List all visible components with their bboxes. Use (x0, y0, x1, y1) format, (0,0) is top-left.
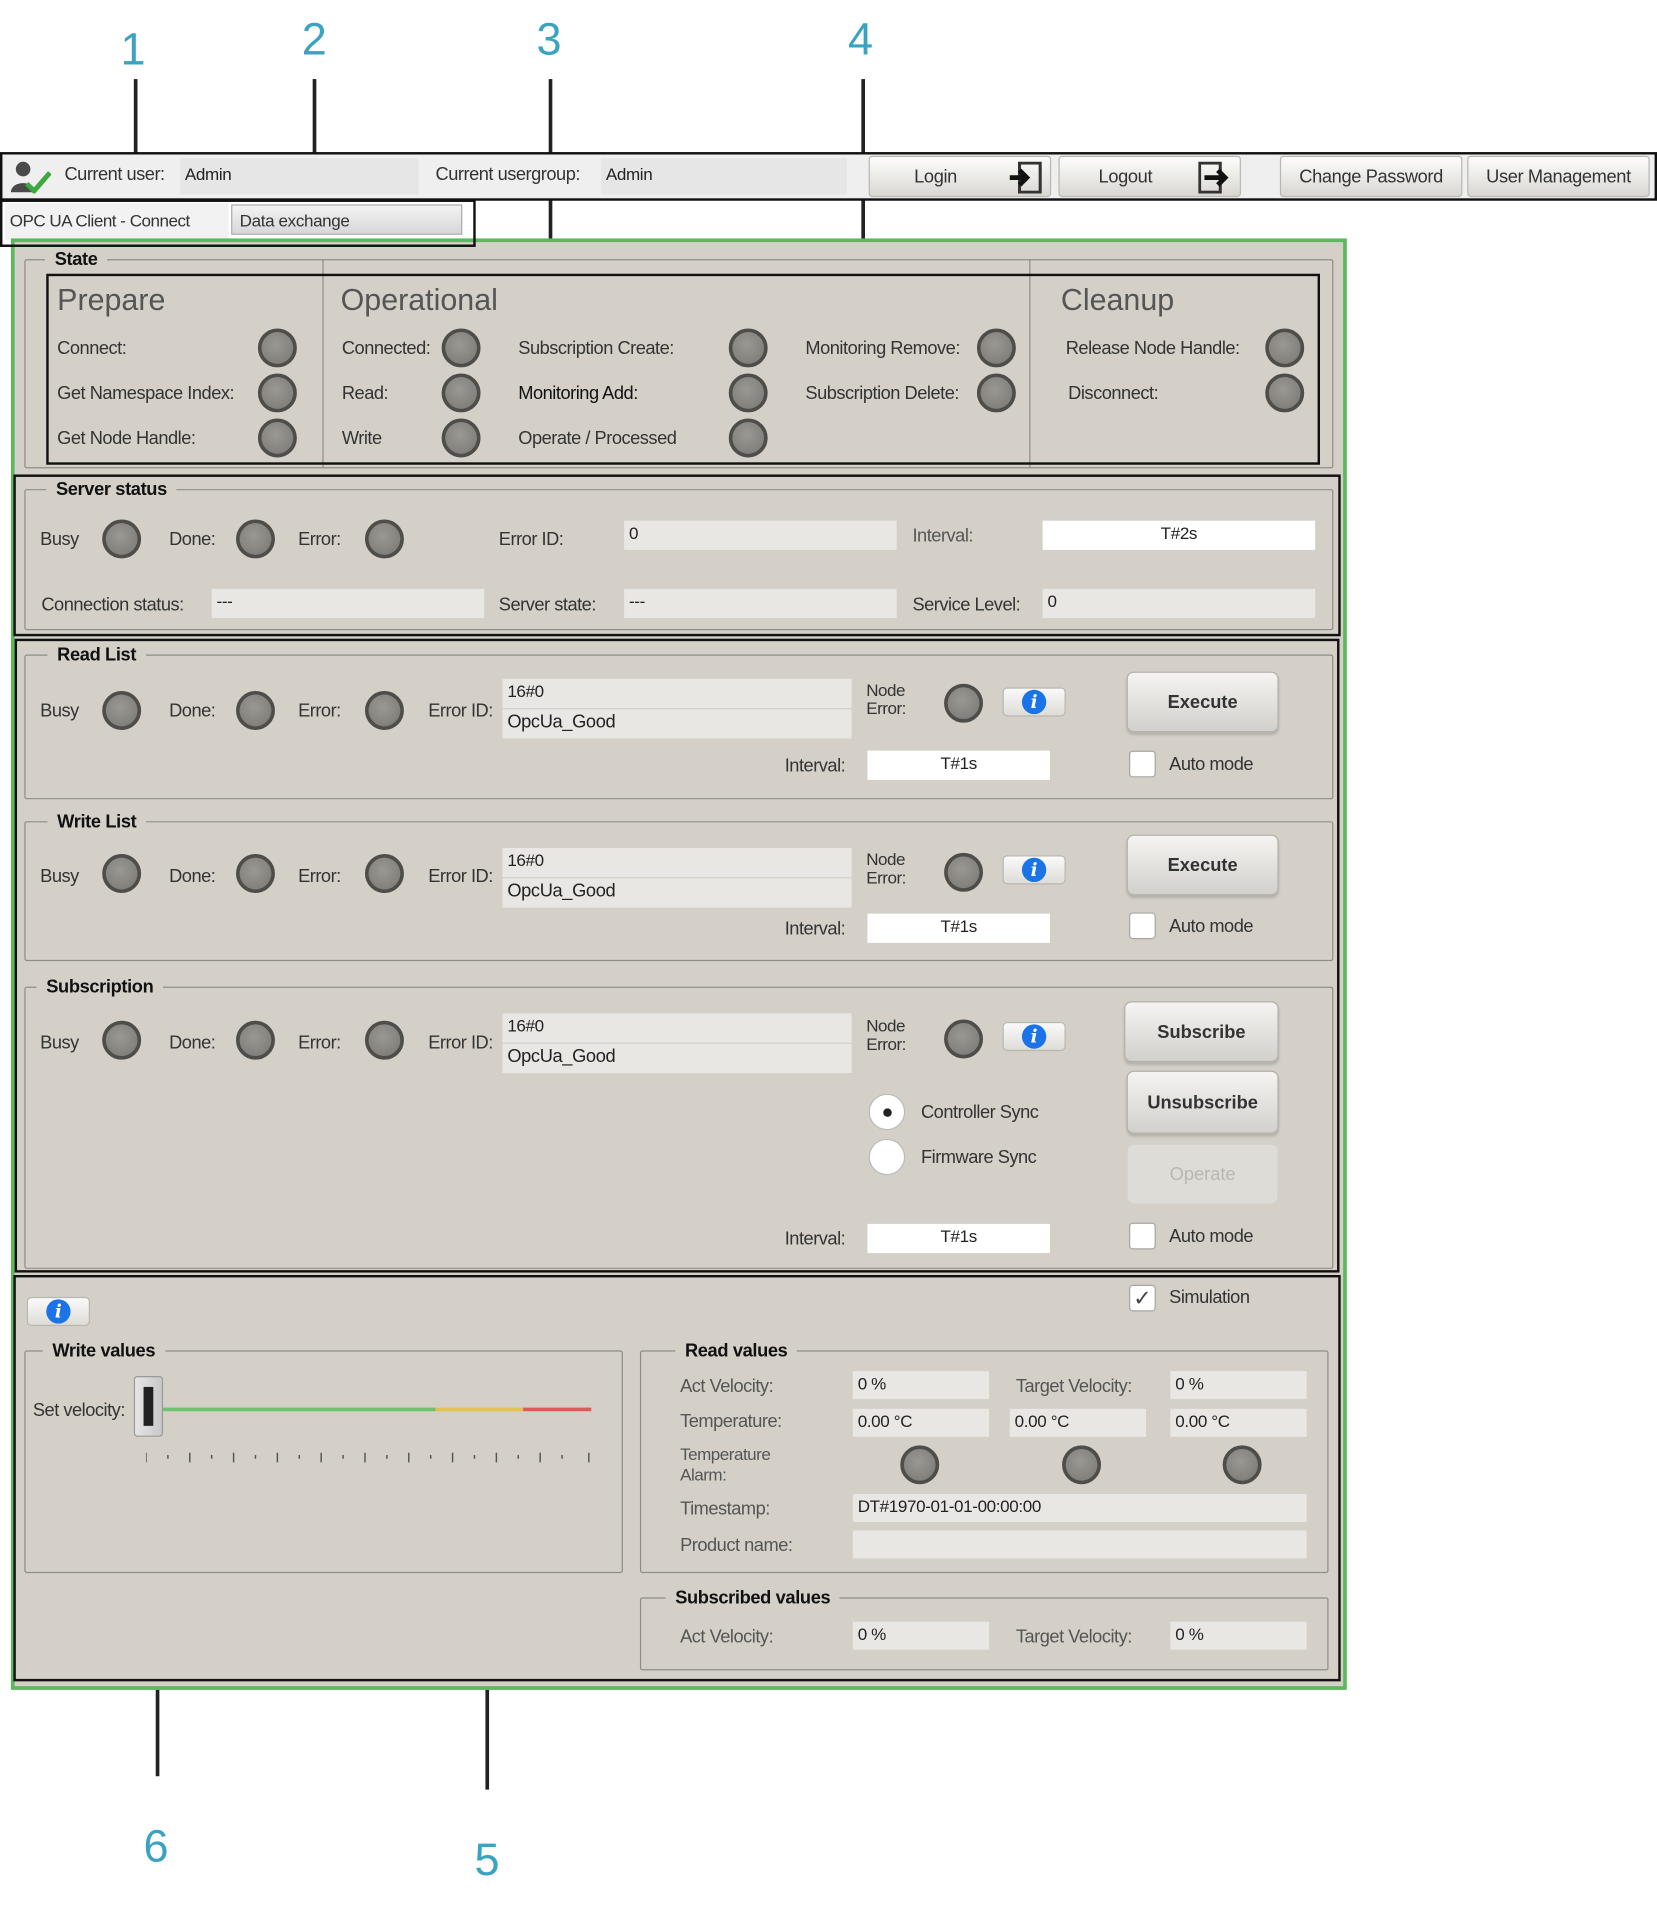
callout-4: 4 (847, 14, 874, 65)
annotation-box-1 (0, 152, 1657, 201)
leader-line-6 (155, 1681, 160, 1777)
annotation-box-6 (13, 1274, 1341, 1682)
annotation-box-5 (14, 638, 1340, 1273)
callout-5: 5 (474, 1834, 500, 1885)
leader-line-1 (133, 79, 138, 154)
annotation-box-2 (0, 199, 476, 247)
callout-6: 6 (143, 1821, 169, 1872)
callout-1: 1 (120, 24, 146, 75)
annotation-box-3 (46, 273, 1321, 465)
callout-3: 3 (536, 14, 562, 65)
callout-2: 2 (301, 14, 327, 65)
annotation-box-4 (13, 474, 1341, 637)
state-title: State (45, 249, 108, 271)
annotated-screenshot: 1 2 3 4 5 6 Current user: Admin Current … (0, 0, 1657, 1899)
